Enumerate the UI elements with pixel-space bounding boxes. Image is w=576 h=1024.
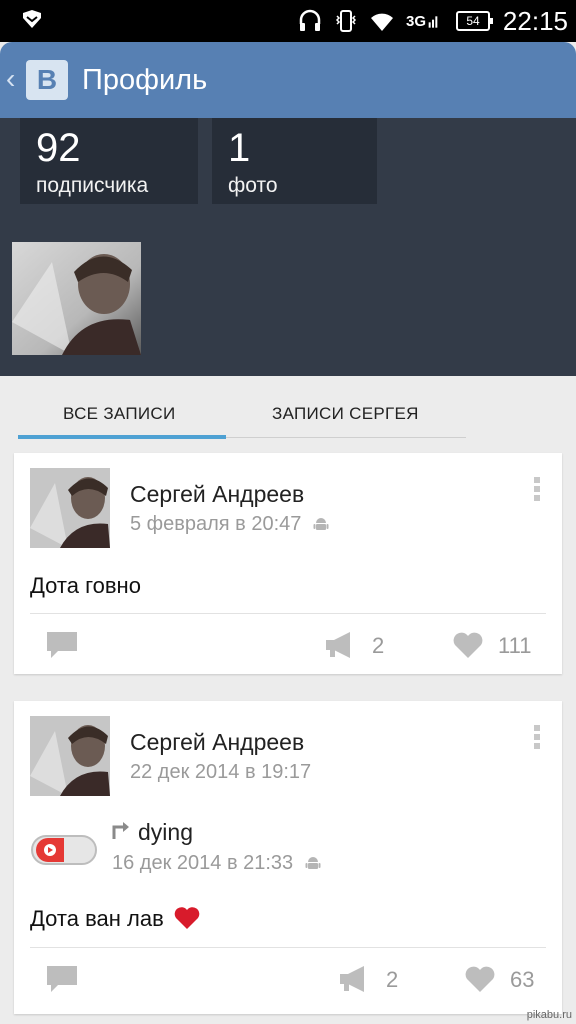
- post-text: Дота ван лав: [30, 906, 164, 931]
- repost-arrow-icon: [112, 822, 129, 839]
- profile-section: 92 подписчика 1 фото: [0, 118, 576, 376]
- repost-count: 2: [372, 633, 385, 658]
- vibrate-icon: [335, 10, 357, 32]
- followers-stat[interactable]: 92 подписчика: [20, 118, 198, 204]
- photos-stat[interactable]: 1 фото: [212, 118, 377, 204]
- post-author[interactable]: Сергей Андреев: [130, 481, 304, 508]
- like-count: 111: [498, 633, 532, 658]
- repost-icon[interactable]: [338, 965, 370, 993]
- wall-post: Сергей Андреев 22 дек 2014 в 19:17 dying…: [14, 701, 562, 1014]
- post-divider: [30, 947, 546, 948]
- comment-icon[interactable]: [46, 965, 78, 993]
- headphones-icon: [299, 9, 321, 31]
- followers-label: подписчика: [36, 174, 149, 197]
- status-bar: 3G 54 22:15: [0, 0, 576, 42]
- wall-post: Сергей Андреев 5 февраля в 20:47 Дота го…: [14, 453, 562, 674]
- tab-owner-posts[interactable]: ЗАПИСИ СЕРГЕЯ: [272, 404, 419, 424]
- repost-icon[interactable]: [324, 631, 356, 659]
- tab-all-posts[interactable]: ВСЕ ЗАПИСИ: [63, 404, 175, 424]
- signal-icon: [428, 16, 438, 28]
- photos-count: 1: [228, 126, 251, 170]
- post-date-row: 5 февраля в 20:47: [130, 513, 329, 536]
- avatar[interactable]: [30, 468, 110, 548]
- post-author[interactable]: Сергей Андреев: [130, 729, 304, 756]
- vk-logo[interactable]: В: [26, 60, 68, 100]
- photos-label: фото: [228, 174, 278, 197]
- battery-icon: 54: [456, 11, 493, 31]
- post-menu-icon[interactable]: [534, 477, 542, 505]
- wifi-icon: [370, 13, 393, 31]
- pill-logo-icon[interactable]: [30, 834, 98, 866]
- android-icon: [305, 857, 321, 869]
- wall-tabs: ВСЕ ЗАПИСИ ЗАПИСИ СЕРГЕЯ: [0, 376, 576, 446]
- android-icon: [313, 518, 329, 530]
- clock: 22:15: [502, 6, 568, 36]
- app-header: ‹ В Профиль: [0, 42, 576, 118]
- page-title: Профиль: [82, 64, 208, 96]
- status-icons: 3G 54: [298, 8, 493, 34]
- repost-count: 2: [386, 967, 399, 992]
- post-date: 5 февраля в 20:47: [130, 513, 302, 535]
- profile-photo[interactable]: [12, 242, 141, 355]
- heart-emoji-icon: [174, 907, 200, 929]
- post-date: 22 дек 2014 в 19:17: [130, 761, 312, 783]
- repost-date: 16 дек 2014 в 21:33: [112, 852, 294, 874]
- post-divider: [30, 613, 546, 614]
- chevron-left-icon[interactable]: ‹: [6, 64, 15, 94]
- followers-count: 92: [36, 126, 81, 170]
- shield-icon: [23, 10, 41, 28]
- post-text: Дота говно: [30, 573, 141, 598]
- like-count: 63: [510, 967, 535, 992]
- post-text-row: Дота ван лав: [30, 906, 200, 932]
- watermark: pikabu.ru: [526, 1009, 572, 1021]
- post-menu-icon[interactable]: [534, 725, 542, 753]
- repost-source-name[interactable]: dying: [138, 819, 193, 846]
- heart-icon[interactable]: [452, 631, 484, 659]
- avatar[interactable]: [30, 716, 110, 796]
- repost-date-row: 16 дек 2014 в 21:33: [112, 852, 321, 875]
- active-tab-indicator: [18, 435, 226, 439]
- network-type: 3G: [405, 12, 426, 30]
- comment-icon[interactable]: [46, 631, 78, 659]
- heart-icon[interactable]: [464, 965, 496, 993]
